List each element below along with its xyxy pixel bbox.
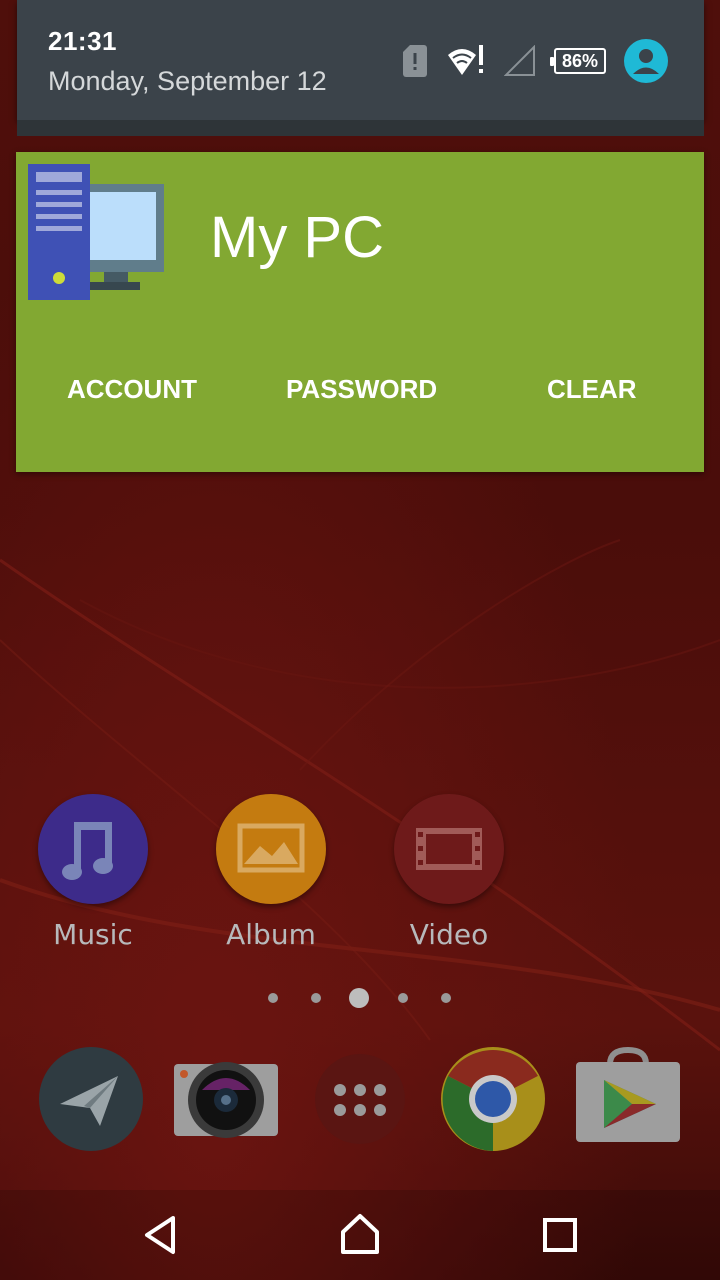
navigation-bar <box>0 1190 720 1280</box>
status-time: 21:31 <box>48 26 117 56</box>
sim-alert-icon <box>403 45 427 77</box>
clear-button[interactable]: CLEAR <box>547 374 637 405</box>
widget-title: My PC <box>210 205 384 270</box>
page-indicator <box>0 988 720 1008</box>
back-icon[interactable] <box>135 1210 185 1260</box>
app-music[interactable]: Music <box>28 794 158 951</box>
play-store-icon[interactable] <box>574 1046 682 1152</box>
picture-icon <box>216 794 326 904</box>
paper-plane-icon[interactable] <box>38 1046 144 1152</box>
account-button[interactable]: ACCOUNT <box>67 374 197 405</box>
page-dot[interactable] <box>398 993 408 1003</box>
status-date: Monday, September 12 <box>48 66 327 96</box>
music-note-icon <box>38 794 148 904</box>
shade-handle[interactable] <box>17 120 704 136</box>
app-label-video: Video <box>409 918 489 951</box>
account-icon[interactable] <box>624 39 668 83</box>
home-icon[interactable] <box>335 1210 385 1260</box>
app-label-music: Music <box>53 918 133 951</box>
app-drawer-icon[interactable] <box>314 1046 406 1152</box>
wifi-alert-icon <box>448 45 483 75</box>
film-icon <box>394 794 504 904</box>
recents-icon[interactable] <box>535 1210 585 1260</box>
chrome-icon[interactable] <box>440 1046 546 1152</box>
password-button[interactable]: PASSWORD <box>286 374 437 405</box>
cell-signal-icon <box>504 45 535 76</box>
page-dot[interactable] <box>441 993 451 1003</box>
status-icons: 86% <box>402 36 668 86</box>
page-dot[interactable] <box>268 993 278 1003</box>
app-video[interactable]: Video <box>384 794 514 951</box>
app-label-album: Album <box>226 918 316 951</box>
my-pc-widget[interactable]: My PC ACCOUNT PASSWORD CLEAR <box>16 152 704 472</box>
battery-percent: 86% <box>561 50 599 71</box>
battery-icon: 86% <box>550 48 606 74</box>
camera-icon[interactable] <box>172 1046 280 1152</box>
app-album[interactable]: Album <box>206 794 336 951</box>
computer-icon <box>28 164 164 300</box>
page-dot[interactable] <box>311 993 321 1003</box>
page-dot-active[interactable] <box>349 988 369 1008</box>
